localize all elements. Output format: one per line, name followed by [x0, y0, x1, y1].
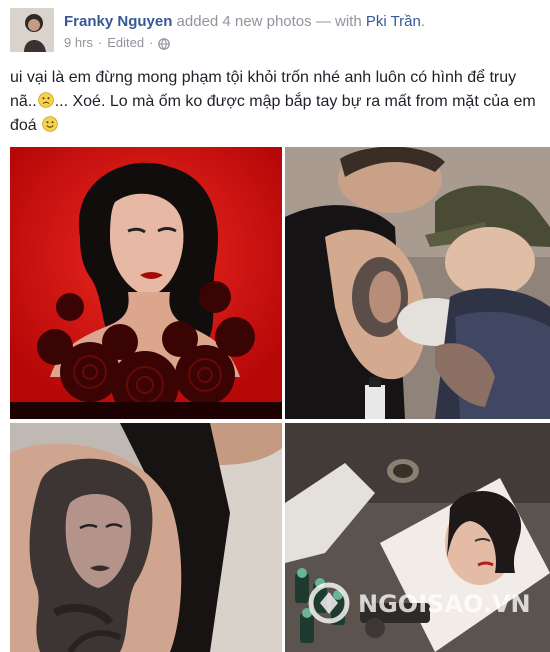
watermark: NGOISAO.VN: [300, 578, 550, 628]
photo-portrait-artwork[interactable]: [10, 147, 282, 419]
meta-separator: ·: [97, 35, 103, 50]
photo-tattoo-session[interactable]: [285, 147, 550, 419]
caption-text-2: ... Xoé. Lo mà ốm ko được mập bắp tay bự…: [10, 93, 536, 134]
author-name[interactable]: Franky Nguyen: [64, 13, 172, 30]
post-timestamp[interactable]: 9 hrs: [64, 34, 93, 52]
watermark-text: NGOISAO.VN: [358, 590, 531, 618]
photo-arm-tattoo[interactable]: [10, 423, 282, 652]
smile-emoji-icon: [42, 116, 58, 132]
tagged-user[interactable]: Pki Trần: [366, 13, 421, 30]
sad-emoji-icon: [37, 92, 54, 108]
edited-label[interactable]: Edited: [107, 34, 144, 52]
post-header: Franky Nguyen added 4 new photos — with …: [10, 8, 540, 56]
post-caption: ui vại là em đừng mong phạm tội khỏi trố…: [10, 66, 542, 138]
globe-icon[interactable]: [158, 37, 171, 50]
meta-separator-2: ·: [149, 35, 154, 50]
avatar[interactable]: [10, 8, 54, 52]
post-action: added 4 new photos — with: [172, 13, 366, 30]
photo-grid: [10, 147, 550, 652]
tagged-suffix: .: [420, 13, 426, 30]
